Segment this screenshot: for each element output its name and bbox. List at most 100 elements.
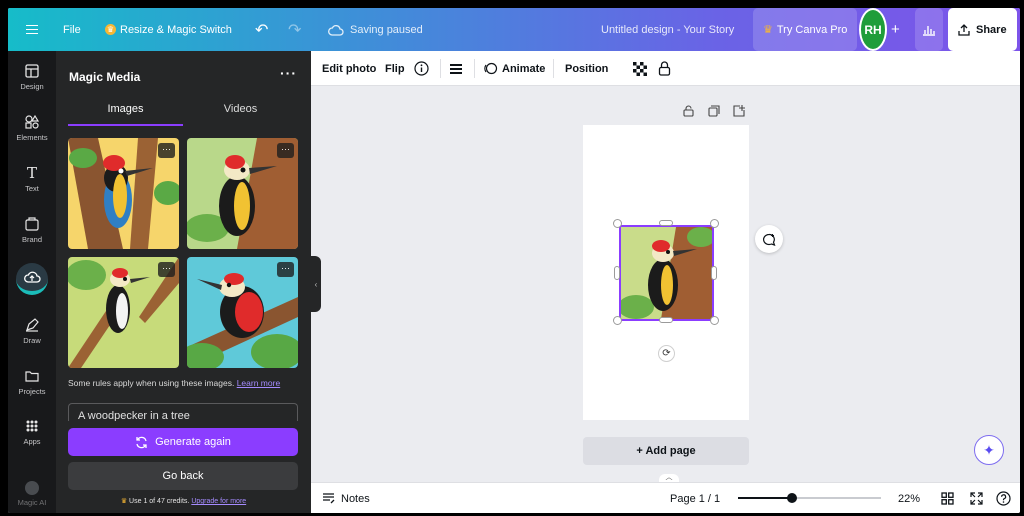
selected-woodpecker-image[interactable] [619, 225, 714, 321]
resize-label: Resize & Magic Switch [120, 23, 232, 36]
rail-item-draw[interactable]: Draw [8, 317, 56, 345]
resize-handle-top[interactable] [659, 220, 673, 226]
toolbar-divider [440, 59, 441, 78]
zoom-slider-knob[interactable] [786, 493, 797, 503]
magic-ai-icon [25, 481, 39, 495]
resize-handle-left[interactable] [614, 266, 620, 280]
bottom-bar: Notes Page 1 / 1 22% [311, 482, 1020, 513]
rail-item-magic-ai[interactable]: Magic AI [8, 481, 56, 507]
prompt-input[interactable]: A woodpecker in a tree [68, 403, 298, 421]
generated-image-4[interactable]: ··· [187, 257, 298, 368]
toolbar-divider [553, 59, 554, 78]
notes-icon [323, 493, 335, 504]
zoom-slider[interactable] [738, 493, 881, 503]
more-options-icon[interactable]: ··· [280, 65, 297, 81]
info-icon[interactable] [414, 51, 429, 86]
magic-sparkle-icon[interactable]: ✦ [974, 435, 1004, 465]
hamburger-menu-icon[interactable] [26, 8, 40, 51]
rail-item-elements[interactable]: Elements [8, 114, 56, 142]
add-comment-icon[interactable] [755, 225, 783, 253]
border-style-icon[interactable] [449, 51, 463, 86]
saving-label: Saving paused [350, 23, 423, 36]
avatar[interactable]: RH [859, 8, 887, 51]
learn-more-link[interactable]: Learn more [237, 378, 280, 388]
generate-again-label: Generate again [155, 436, 231, 448]
top-bar: File ♛ Resize & Magic Switch ↶ ↷ Saving … [8, 8, 1020, 51]
credits-text: Use 1 of 47 credits. [129, 498, 190, 505]
image-more-icon[interactable]: ··· [158, 262, 175, 277]
resize-handle-bottom-left[interactable] [613, 316, 622, 325]
redo-icon[interactable]: ↷ [288, 8, 301, 51]
go-back-button[interactable]: Go back [68, 462, 298, 490]
position-button[interactable]: Position [565, 51, 608, 86]
credits-note: ♛ Use 1 of 47 credits. Upgrade for more [56, 497, 311, 505]
upgrade-link[interactable]: Upgrade for more [191, 498, 246, 505]
notes-button[interactable]: Notes [322, 483, 370, 513]
resize-handle-top-left[interactable] [613, 219, 622, 228]
folder-icon [25, 371, 39, 382]
tab-images[interactable]: Images [68, 98, 183, 126]
lock-icon[interactable] [658, 51, 671, 86]
rail-item-text[interactable]: T Text [8, 165, 56, 193]
grid-view-icon[interactable] [941, 483, 954, 513]
crown-icon: ♛ [120, 498, 128, 505]
generate-again-button[interactable]: Generate again [68, 428, 298, 456]
rail-label-magic-ai: Magic AI [17, 498, 47, 507]
rotate-icon[interactable]: ⟳ [658, 345, 675, 362]
rail-item-apps[interactable]: Apps [8, 418, 56, 446]
share-button[interactable]: Share [948, 8, 1017, 51]
zoom-level[interactable]: 22% [898, 483, 920, 513]
apps-grid-icon [26, 420, 38, 432]
notes-label: Notes [341, 492, 370, 505]
page-indicator[interactable]: Page 1 / 1 [670, 483, 720, 513]
try-canva-pro-button[interactable]: ♛ Try Canva Pro [753, 8, 858, 51]
left-rail: Design Elements T Text Brand Draw Projec… [8, 51, 56, 513]
expand-pages-icon[interactable]: ︿ [659, 474, 679, 482]
add-page-icon[interactable] [733, 105, 745, 120]
resize-handle-bottom[interactable] [659, 317, 673, 323]
image-more-icon[interactable]: ··· [277, 143, 294, 158]
rail-item-uploads[interactable] [16, 263, 48, 295]
rail-label-apps: Apps [23, 437, 41, 446]
help-icon[interactable] [996, 483, 1011, 513]
generated-image-3[interactable]: ··· [68, 257, 179, 368]
image-more-icon[interactable]: ··· [277, 262, 294, 277]
rail-label-elements: Elements [16, 133, 48, 142]
resize-magic-switch-button[interactable]: ♛ Resize & Magic Switch [105, 8, 232, 51]
image-more-icon[interactable]: ··· [158, 143, 175, 158]
file-menu-button[interactable]: File [63, 8, 81, 51]
toolbar-divider [474, 59, 475, 78]
add-collaborator-icon[interactable]: + [891, 8, 900, 51]
animate-button[interactable]: Animate [483, 51, 545, 86]
transparency-icon[interactable] [633, 51, 647, 86]
page-lock-icon[interactable] [683, 105, 694, 120]
zoom-slider-fill [738, 497, 792, 499]
usage-rules-note: Some rules apply when using these images… [68, 378, 280, 388]
rail-label-draw: Draw [23, 336, 41, 345]
animate-icon [484, 62, 498, 75]
rail-item-projects[interactable]: Projects [8, 368, 56, 396]
flip-button[interactable]: Flip [385, 51, 405, 86]
collapse-panel-handle[interactable]: ‹ [311, 256, 321, 312]
design-title[interactable]: Untitled design - Your Story [601, 8, 734, 51]
duplicate-page-icon[interactable] [708, 105, 720, 120]
insights-chart-icon[interactable] [915, 8, 943, 51]
generated-image-2[interactable]: ··· [187, 138, 298, 249]
tab-videos[interactable]: Videos [183, 98, 298, 126]
shapes-icon [25, 114, 40, 129]
rail-item-brand[interactable]: Brand [8, 216, 56, 244]
fullscreen-icon[interactable] [970, 483, 983, 513]
try-pro-label: Try Canva Pro [776, 23, 848, 36]
generated-image-1[interactable]: ··· [68, 138, 179, 249]
rail-label-text: Text [25, 184, 39, 193]
add-page-button[interactable]: + Add page [583, 437, 749, 465]
edit-photo-button[interactable]: Edit photo [322, 51, 376, 86]
upload-share-icon [958, 23, 970, 36]
resize-handle-top-right[interactable] [710, 219, 719, 228]
resize-handle-bottom-right[interactable] [710, 316, 719, 325]
undo-icon[interactable]: ↶ [255, 8, 268, 51]
resize-handle-right[interactable] [711, 266, 717, 280]
rail-item-design[interactable]: Design [8, 63, 56, 91]
pen-icon [26, 318, 39, 332]
usage-rules-text: Some rules apply when using these images… [68, 378, 235, 388]
